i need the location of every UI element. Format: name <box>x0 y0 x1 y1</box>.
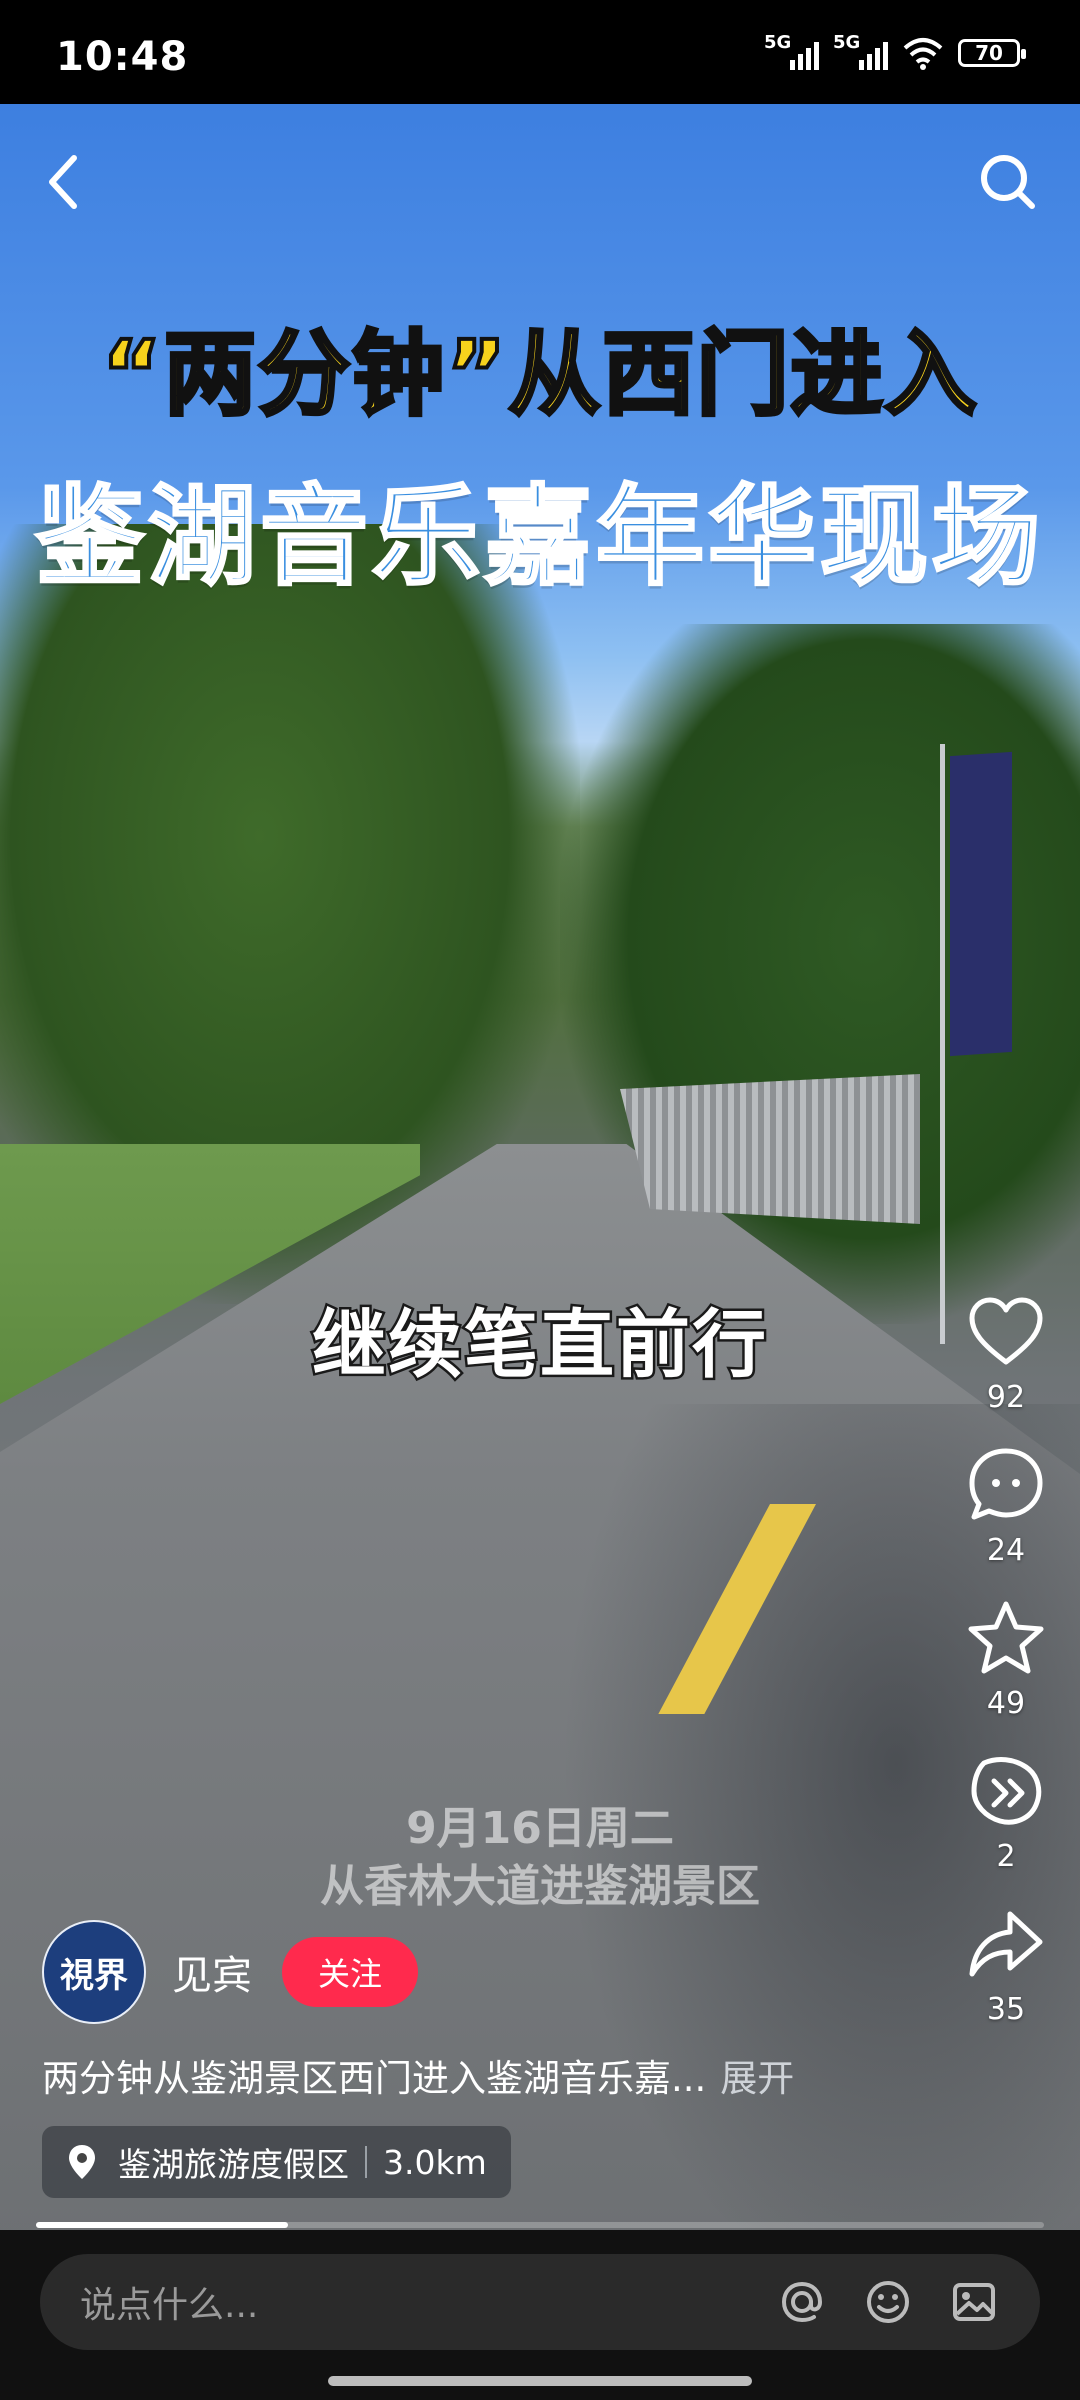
scene-fence <box>620 1074 920 1224</box>
location-distance: 3.0km <box>383 2142 487 2182</box>
forward-count: 35 <box>986 1992 1026 2027</box>
location-pin-icon <box>69 2145 95 2179</box>
location-divider <box>365 2146 367 2178</box>
favorite-count: 49 <box>986 1686 1026 1721</box>
comment-icon <box>969 1448 1043 1520</box>
action-rail: 92 24 49 2 35 <box>956 1290 1056 2055</box>
forward-button[interactable]: 35 <box>956 1902 1056 2027</box>
battery-icon: 70 <box>958 39 1026 67</box>
back-icon[interactable] <box>40 150 88 214</box>
network-type-1: 5G <box>764 32 792 53</box>
comment-button[interactable]: 24 <box>956 1443 1056 1568</box>
bottom-bar: 说点什么... <box>0 2230 1080 2400</box>
scene-banner <box>950 751 1012 1057</box>
avatar[interactable]: 視界 <box>42 1920 146 2024</box>
video-subtitle: 继续笔直前行 <box>310 1300 769 1391</box>
video-caption: 两分钟从鉴湖景区西门进入鉴湖音乐嘉... 展开 <box>42 2048 1042 2102</box>
location-name: 鉴湖旅游度假区 <box>118 2145 349 2184</box>
like-button[interactable]: 92 <box>956 1290 1056 1415</box>
share-icon <box>971 1757 1042 1825</box>
share-button[interactable]: 2 <box>956 1749 1056 1874</box>
watermark-date: 9月16日周二 <box>406 1803 674 1854</box>
author-row: 視界 见宾 关注 <box>42 1920 418 2024</box>
status-icons: 5G 5G 70 <box>764 32 1026 70</box>
heart-icon <box>969 1297 1043 1365</box>
video-watermark: 9月16日周二 从香林大道进鉴湖景区 <box>0 1800 1080 1916</box>
signal-icon: 5G <box>764 32 819 70</box>
status-bar: 10:48 5G 5G 70 <box>0 0 1080 104</box>
comment-placeholder: 说点什么... <box>80 2285 259 2326</box>
forward-icon <box>969 1911 1043 1977</box>
video-progress-fill <box>36 2222 288 2228</box>
network-type-2: 5G <box>833 32 861 53</box>
follow-button[interactable]: 关注 <box>282 1937 418 2007</box>
like-count: 92 <box>986 1380 1026 1415</box>
watermark-route: 从香林大道进鉴湖景区 <box>320 1861 760 1912</box>
star-icon <box>968 1601 1044 1674</box>
home-indicator[interactable] <box>328 2376 752 2386</box>
scene-pole <box>940 744 945 1344</box>
video-headline-line1: “两分钟”从西门进入 <box>100 319 979 430</box>
share-count: 2 <box>996 1839 1016 1874</box>
video-progress-bar[interactable] <box>36 2222 1044 2228</box>
comment-count: 24 <box>986 1533 1026 1568</box>
favorite-button[interactable]: 49 <box>956 1596 1056 1721</box>
signal-icon: 5G <box>833 32 888 70</box>
at-icon[interactable] <box>776 2276 828 2328</box>
status-time: 10:48 <box>56 34 189 80</box>
expand-link[interactable]: 展开 <box>720 2057 794 2100</box>
video-headline-line2: 鉴湖音乐嘉年华现场 <box>34 474 1044 602</box>
location-chip[interactable]: 鉴湖旅游度假区 3.0km <box>42 2126 511 2198</box>
wifi-icon <box>903 38 943 70</box>
author-name[interactable]: 见宾 <box>172 1943 252 2001</box>
emoji-icon[interactable] <box>862 2276 914 2328</box>
comment-input[interactable]: 说点什么... <box>40 2254 1040 2350</box>
image-icon[interactable] <box>948 2276 1000 2328</box>
caption-text: 两分钟从鉴湖景区西门进入鉴湖音乐嘉... <box>42 2057 707 2100</box>
search-icon[interactable] <box>976 150 1040 214</box>
